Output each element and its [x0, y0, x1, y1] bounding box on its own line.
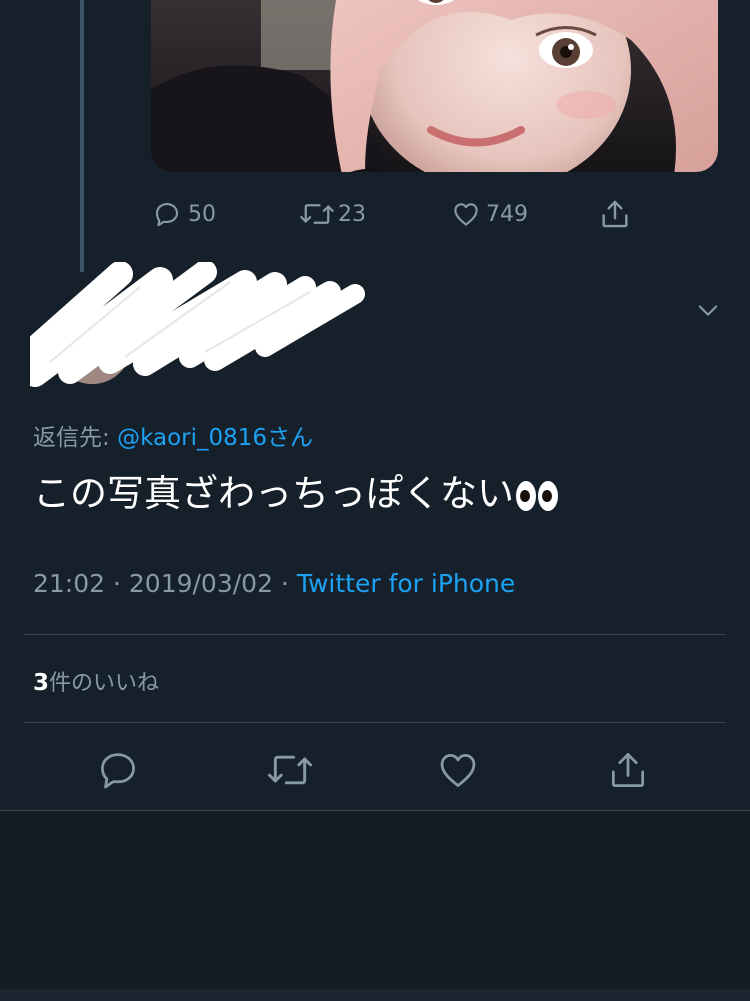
retweet-icon [300, 204, 334, 224]
redaction-scribble [2, 260, 365, 387]
reply-to-prefix: 返信先: [33, 425, 118, 451]
tweet-meta: 21:02 · 2019/03/02 · Twitter for iPhone [33, 569, 515, 598]
reply-button[interactable] [96, 748, 140, 792]
share-icon [602, 200, 628, 228]
tweet-text: この写真ざわっちっぽくない [33, 472, 514, 515]
likes-summary[interactable]: 3件のいいね [33, 665, 159, 697]
more-options-button[interactable] [694, 296, 722, 324]
bottom-bar [0, 989, 750, 1001]
tweet-time: 21:02 [33, 569, 106, 598]
meta-separator: · [105, 569, 129, 598]
meta-separator: · [272, 569, 297, 598]
tweet-photo[interactable] [151, 0, 718, 172]
tweet-client-link[interactable]: Twitter for iPhone [297, 569, 515, 598]
share-icon [611, 753, 645, 787]
likes-label: 件のいいね [49, 671, 160, 696]
share-button[interactable] [606, 748, 650, 792]
tweet-actions [0, 748, 750, 792]
prev-like-action[interactable]: 749 [450, 196, 528, 232]
reply-icon [101, 753, 135, 789]
previous-tweet-actions: 50 23 749 [0, 196, 750, 232]
prev-retweet-action[interactable]: 23 [298, 196, 366, 232]
reply-icon [155, 202, 179, 227]
prev-reply-count: 50 [188, 201, 216, 227]
prev-retweet-count: 23 [338, 201, 366, 227]
author-redacted[interactable] [2, 260, 370, 387]
heart-icon [454, 203, 478, 226]
empty-area [0, 811, 750, 1001]
eyes-emoji [516, 480, 558, 511]
reply-to-line: 返信先: @kaori_0816さん [33, 418, 313, 452]
heart-icon [440, 753, 476, 787]
chevron-down-icon [698, 305, 718, 316]
prev-share-action[interactable] [598, 196, 632, 232]
tweet-date: 2019/03/02 [128, 569, 273, 598]
reply-to-handle[interactable]: @kaori_0816さん [117, 425, 313, 451]
like-button[interactable] [436, 748, 480, 792]
prev-like-count: 749 [486, 201, 528, 227]
divider [24, 634, 726, 635]
retweet-icon [268, 755, 312, 785]
likes-count: 3 [33, 670, 50, 696]
prev-reply-action[interactable]: 50 [152, 196, 216, 232]
retweet-button[interactable] [264, 748, 316, 792]
divider [24, 722, 726, 723]
tweet-body: この写真ざわっちっぽくない [33, 466, 558, 522]
photo-image [151, 0, 718, 172]
